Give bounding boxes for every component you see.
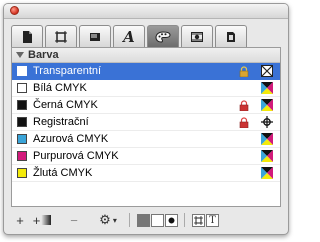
target-segment: T bbox=[191, 212, 219, 228]
radial-fill-button[interactable] bbox=[165, 213, 178, 227]
lock-icon bbox=[239, 117, 249, 128]
disclosure-triangle-icon bbox=[16, 52, 24, 58]
tab-page[interactable] bbox=[11, 25, 43, 47]
color-swatch bbox=[17, 168, 27, 178]
lock-icon bbox=[239, 66, 249, 77]
color-name: Bílá CMYK bbox=[33, 82, 87, 94]
tab-image[interactable] bbox=[181, 25, 213, 47]
tab-box[interactable] bbox=[79, 25, 111, 47]
color-row-yellow[interactable]: Žlutá CMYK bbox=[12, 165, 280, 182]
image-icon bbox=[191, 31, 203, 42]
palette-tabs: A bbox=[11, 25, 279, 47]
gear-icon: ⚙ bbox=[99, 212, 111, 227]
fill-mode-segment bbox=[136, 212, 178, 228]
frame-target-button[interactable] bbox=[192, 213, 205, 227]
color-row-transparent[interactable]: Transparentní bbox=[12, 63, 280, 80]
color-row-registration[interactable]: Registrační bbox=[12, 114, 280, 131]
remove-color-button[interactable]: − bbox=[61, 212, 87, 228]
bottom-toolbar: + + − ⚙ ▾ T bbox=[11, 210, 281, 230]
toolbar-divider bbox=[184, 213, 185, 227]
page-icon bbox=[23, 30, 32, 43]
text-target-button[interactable]: T bbox=[206, 213, 219, 227]
color-swatch bbox=[17, 117, 27, 127]
section-header[interactable]: Barva bbox=[12, 48, 280, 63]
box-icon bbox=[90, 32, 100, 41]
tab-text-style[interactable]: A bbox=[113, 25, 145, 47]
frame-icon bbox=[194, 215, 203, 225]
ebook-icon bbox=[227, 31, 235, 42]
color-swatch bbox=[17, 100, 27, 110]
close-button[interactable] bbox=[10, 6, 19, 15]
color-palette-window: A Barva Transparentní Bílá CMYK Černá CM… bbox=[3, 3, 289, 235]
frame-icon bbox=[55, 30, 67, 43]
text-style-icon: A bbox=[123, 27, 135, 46]
color-name: Žlutá CMYK bbox=[33, 167, 93, 179]
color-name: Azurová CMYK bbox=[33, 133, 109, 145]
color-row-white[interactable]: Bílá CMYK bbox=[12, 80, 280, 97]
cmyk-icon bbox=[261, 150, 273, 162]
color-name: Purpurová CMYK bbox=[33, 150, 119, 162]
gradient-swatch-icon bbox=[41, 215, 52, 225]
color-list-panel: Barva Transparentní Bílá CMYK Černá CMYK… bbox=[11, 47, 281, 207]
tab-frame[interactable] bbox=[45, 25, 77, 47]
add-color-button[interactable]: + bbox=[11, 212, 29, 228]
color-row-magenta[interactable]: Purpurová CMYK bbox=[12, 148, 280, 165]
add-gradient-label: + bbox=[32, 212, 41, 228]
no-color-icon bbox=[261, 65, 273, 77]
cmyk-icon bbox=[261, 167, 273, 179]
add-gradient-button[interactable]: + bbox=[29, 212, 55, 228]
chevron-down-icon: ▾ bbox=[112, 215, 117, 225]
title-bar bbox=[4, 4, 288, 19]
color-row-black[interactable]: Černá CMYK bbox=[12, 97, 280, 114]
text-icon: T bbox=[209, 214, 216, 226]
solid-fill-button[interactable] bbox=[137, 213, 150, 227]
lock-icon bbox=[239, 100, 249, 111]
toolbar-divider bbox=[129, 213, 130, 227]
color-swatch bbox=[17, 134, 27, 144]
color-palette-icon bbox=[155, 30, 171, 43]
empty-fill-button[interactable] bbox=[151, 213, 164, 227]
color-swatch bbox=[17, 83, 27, 93]
tab-ebook[interactable] bbox=[215, 25, 247, 47]
section-label: Barva bbox=[28, 49, 59, 61]
cmyk-icon bbox=[261, 99, 273, 111]
options-button[interactable]: ⚙ ▾ bbox=[93, 212, 123, 228]
cmyk-icon bbox=[261, 82, 273, 94]
color-row-cyan[interactable]: Azurová CMYK bbox=[12, 131, 280, 148]
cmyk-icon bbox=[261, 133, 273, 145]
registration-mark-icon bbox=[261, 116, 273, 128]
color-swatch bbox=[17, 151, 27, 161]
color-swatch bbox=[17, 66, 27, 76]
tab-color[interactable] bbox=[147, 25, 179, 47]
